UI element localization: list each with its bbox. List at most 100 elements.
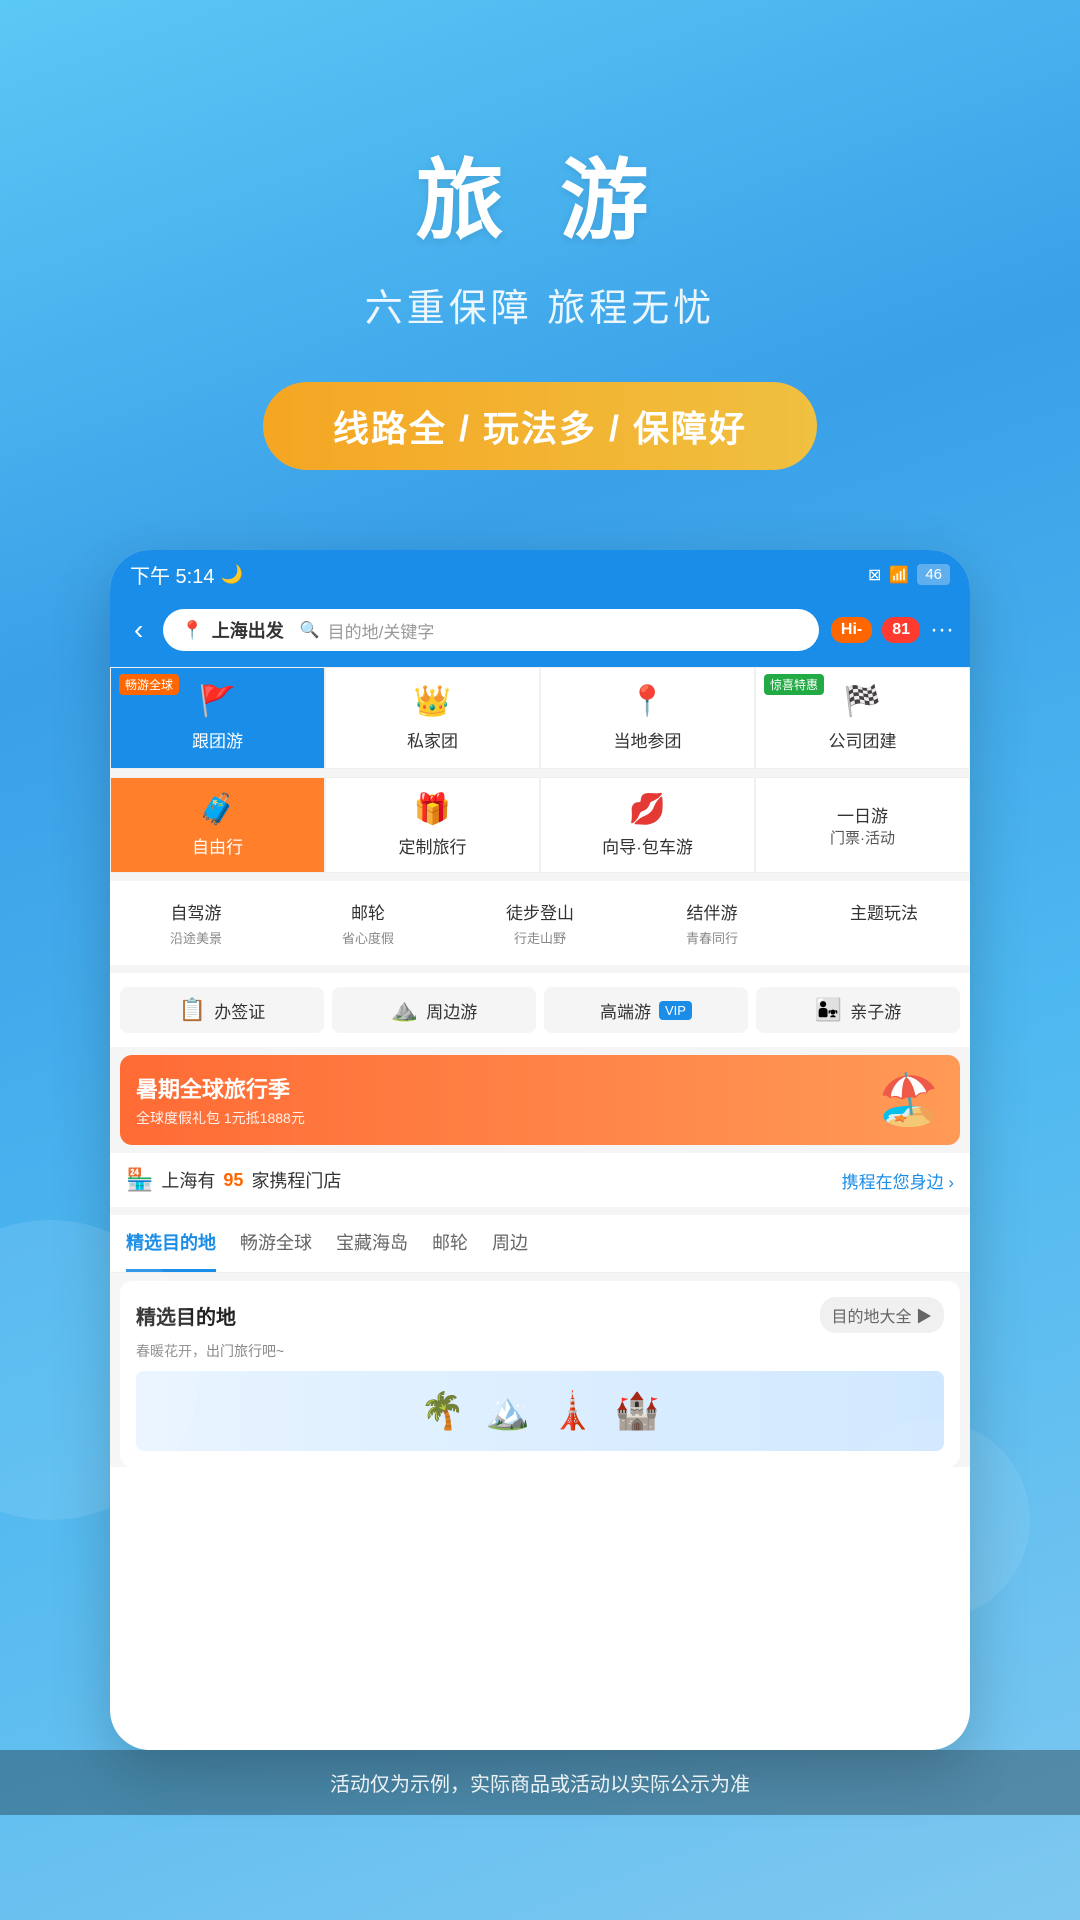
cat-badge-special: 惊喜特惠 xyxy=(764,674,824,695)
small-cat-theme[interactable]: 主题玩法 xyxy=(798,891,970,955)
hero-section: 旅 游 六重保障 旅程无忧 线路全 / 玩法多 / 保障好 xyxy=(0,0,1080,530)
service-nearby[interactable]: ⛰️ 周边游 xyxy=(332,987,536,1033)
search-origin: 上海出发 xyxy=(212,617,284,643)
wifi-icon: 📶 xyxy=(889,565,909,585)
notification-badge[interactable]: 81 xyxy=(882,617,920,643)
promo-banner[interactable]: 暑期全球旅行季 全球度假礼包 1元抵1888元 🏖️ xyxy=(120,1055,960,1145)
small-cat-cruise-sub: 省心度假 xyxy=(342,928,394,947)
small-cat-driving-title: 自驾游 xyxy=(171,899,222,924)
destination-section: 精选目的地 目的地大全 ▶ 春暖花开，出门旅行吧~ 🌴 🏔️ 🗼 🏰 xyxy=(120,1281,960,1467)
category-row2: 🧳 自由行 🎁 定制旅行 💋 向导·包车游 一日游门票·活动 xyxy=(110,777,970,873)
service-luxury[interactable]: 高端游 VIP xyxy=(544,987,748,1033)
small-cat-hiking[interactable]: 徒步登山 行走山野 xyxy=(454,891,626,955)
category-gen-tour[interactable]: 畅游全球 🚩 跟团游 xyxy=(110,667,325,769)
cat-label-priv: 私家团 xyxy=(407,727,458,752)
category-guide-travel[interactable]: 💋 向导·包车游 xyxy=(540,777,755,873)
dest-icon-1: 🌴 xyxy=(420,1390,465,1432)
small-cat-driving-sub: 沿途美景 xyxy=(170,928,222,947)
disclaimer-bar: 活动仅为示例，实际商品或活动以实际公示为准 xyxy=(0,1750,1080,1815)
cat-icon-local: 📍 xyxy=(629,684,666,719)
tab-nearby[interactable]: 周边 xyxy=(492,1215,528,1272)
family-icon: 👨‍👧 xyxy=(815,997,842,1023)
small-cat-hiking-sub: 行走山野 xyxy=(514,928,566,947)
dest-all-button[interactable]: 目的地大全 ▶ xyxy=(820,1297,944,1333)
tab-cruise[interactable]: 邮轮 xyxy=(432,1215,468,1272)
cat-icon-priv: 👑 xyxy=(414,684,451,719)
content-tabs: 精选目的地 畅游全球 宝藏海岛 邮轮 周边 xyxy=(110,1215,970,1273)
search-dest-placeholder: 目的地/关键字 xyxy=(328,618,435,643)
banner-illustration: 🏖️ xyxy=(878,1071,940,1130)
category-free-travel[interactable]: 🧳 自由行 xyxy=(110,777,325,873)
category-corp-tour[interactable]: 惊喜特惠 🏁 公司团建 xyxy=(755,667,970,769)
cat-label-local: 当地参团 xyxy=(614,727,682,752)
dest-icon-2: 🏔️ xyxy=(485,1390,530,1432)
status-time: 下午 5:14 xyxy=(130,560,214,589)
cat-label-oneday: 一日游门票·活动 xyxy=(830,802,895,848)
small-cat-cruise[interactable]: 邮轮 省心度假 xyxy=(282,891,454,955)
screenshot-icon: ⊠ xyxy=(868,565,881,585)
pin-icon: 📍 xyxy=(181,620,203,641)
family-label: 亲子游 xyxy=(850,998,901,1023)
cat-icon-gen: 🚩 xyxy=(199,684,236,719)
small-cat-theme-title: 主题玩法 xyxy=(850,899,918,924)
category-private-tour[interactable]: 👑 私家团 xyxy=(325,667,540,769)
dest-subtitle: 春暖花开，出门旅行吧~ xyxy=(136,1341,944,1361)
service-visa[interactable]: 📋 办签证 xyxy=(120,987,324,1033)
category-local-tour[interactable]: 📍 当地参团 xyxy=(540,667,755,769)
dest-header: 精选目的地 目的地大全 ▶ xyxy=(136,1297,944,1333)
dest-icon-3: 🗼 xyxy=(550,1390,595,1432)
more-icon[interactable]: ··· xyxy=(930,616,954,644)
store-prefix: 上海有 xyxy=(161,1167,215,1193)
hero-title: 旅 游 xyxy=(0,130,1080,257)
nearby-label: 周边游 xyxy=(426,998,477,1023)
category-grid: 畅游全球 🚩 跟团游 👑 私家团 📍 当地参团 惊喜特惠 🏁 公司团建 xyxy=(110,667,970,769)
cat-icon-free: 🧳 xyxy=(199,792,236,827)
cat-label-guide: 向导·包车游 xyxy=(602,833,693,858)
small-cat-partner[interactable]: 结伴游 青春同行 xyxy=(626,891,798,955)
service-family[interactable]: 👨‍👧 亲子游 xyxy=(756,987,960,1033)
hero-badge[interactable]: 线路全 / 玩法多 / 保障好 xyxy=(263,382,817,470)
search-bar[interactable]: 📍 上海出发 🔍 目的地/关键字 xyxy=(163,609,819,651)
cat-label-corp: 公司团建 xyxy=(829,727,897,752)
app-content: 畅游全球 🚩 跟团游 👑 私家团 📍 当地参团 惊喜特惠 🏁 公司团建 xyxy=(110,667,970,1467)
store-link[interactable]: 携程在您身边 › xyxy=(842,1168,954,1193)
moon-icon: 🌙 xyxy=(220,564,242,585)
banner-text: 暑期全球旅行季 全球度假礼包 1元抵1888元 xyxy=(136,1072,305,1128)
phone-frame: 下午 5:14 🌙 ⊠ 📶 46 ‹ 📍 上海出发 🔍 目的地/关键字 Hi- … xyxy=(110,550,970,1750)
cat-label-custom: 定制旅行 xyxy=(399,833,467,858)
category-oneday-activity[interactable]: 一日游门票·活动 xyxy=(755,777,970,873)
disclaimer-text: 活动仅为示例，实际商品或活动以实际公示为准 xyxy=(330,1774,750,1796)
dest-icon-4: 🏰 xyxy=(615,1390,660,1432)
back-button[interactable]: ‹ xyxy=(126,610,151,650)
status-icons: ⊠ 📶 46 xyxy=(868,564,950,585)
header-actions: Hi- 81 ··· xyxy=(831,616,954,644)
tab-island[interactable]: 宝藏海岛 xyxy=(336,1215,408,1272)
cat-label-gen: 跟团游 xyxy=(192,727,243,752)
banner-title: 暑期全球旅行季 xyxy=(136,1072,305,1104)
cat-label-free: 自由行 xyxy=(192,833,243,858)
battery-icon: 46 xyxy=(917,564,950,585)
category-custom-travel[interactable]: 🎁 定制旅行 xyxy=(325,777,540,873)
hi-badge[interactable]: Hi- xyxy=(831,617,872,643)
small-cat-cruise-title: 邮轮 xyxy=(351,899,385,924)
cat-icon-custom: 🎁 xyxy=(414,792,451,827)
visa-icon: 📋 xyxy=(179,997,206,1023)
small-cat-hiking-title: 徒步登山 xyxy=(506,899,574,924)
status-bar: 下午 5:14 🌙 ⊠ 📶 46 xyxy=(110,550,970,599)
store-icon: 🏪 xyxy=(126,1167,153,1193)
nearby-icon: ⛰️ xyxy=(391,997,418,1023)
tab-global[interactable]: 畅游全球 xyxy=(240,1215,312,1272)
small-cat-driving[interactable]: 自驾游 沿途美景 xyxy=(110,891,282,955)
app-header: ‹ 📍 上海出发 🔍 目的地/关键字 Hi- 81 ··· xyxy=(110,599,970,667)
cat-icon-corp: 🏁 xyxy=(844,684,881,719)
vip-badge: VIP xyxy=(659,1001,692,1020)
small-categories: 自驾游 沿途美景 邮轮 省心度假 徒步登山 行走山野 结伴游 青春同行 主题玩法 xyxy=(110,881,970,965)
store-info: 🏪 上海有 95 家携程门店 携程在您身边 › xyxy=(110,1153,970,1207)
dest-preview: 🌴 🏔️ 🗼 🏰 xyxy=(136,1371,944,1451)
banner-subtitle: 全球度假礼包 1元抵1888元 xyxy=(136,1108,305,1128)
service-row: 📋 办签证 ⛰️ 周边游 高端游 VIP 👨‍👧 亲子游 xyxy=(110,973,970,1047)
store-left: 🏪 上海有 95 家携程门店 xyxy=(126,1167,341,1193)
store-count: 95 xyxy=(223,1170,243,1191)
store-suffix: 家携程门店 xyxy=(251,1167,341,1193)
visa-label: 办签证 xyxy=(214,998,265,1023)
